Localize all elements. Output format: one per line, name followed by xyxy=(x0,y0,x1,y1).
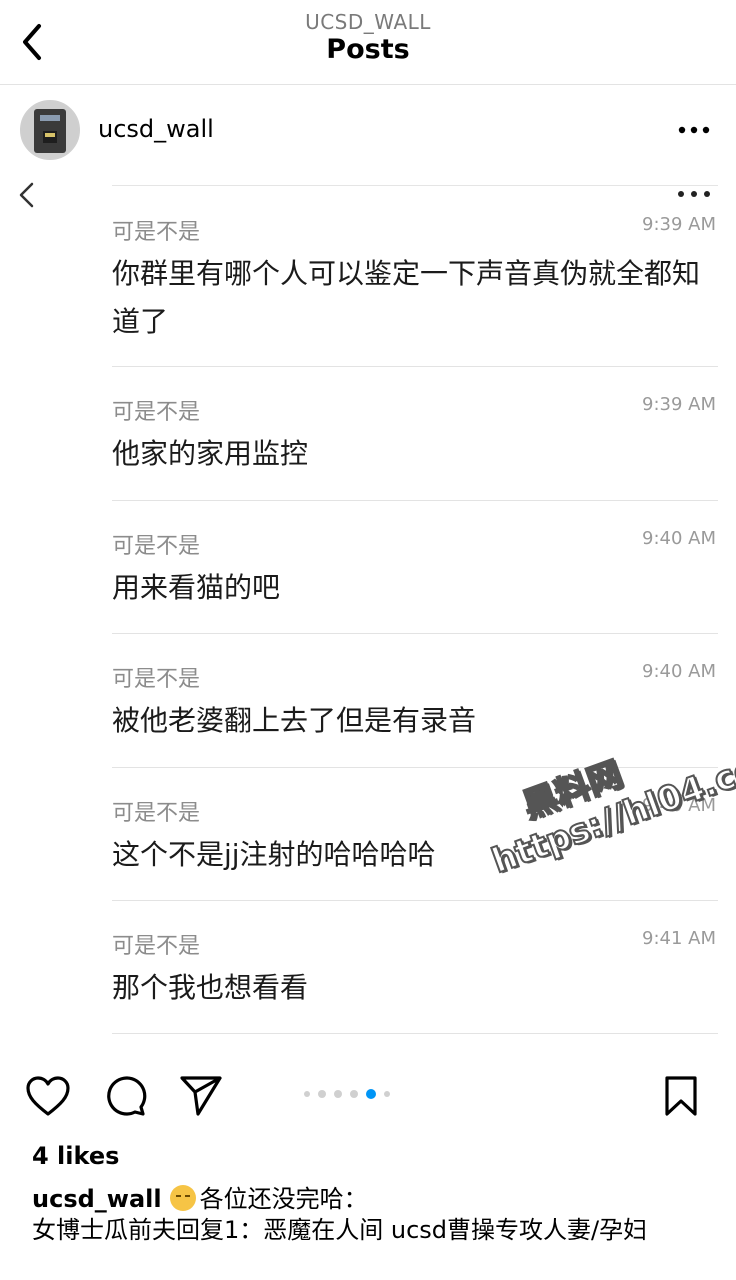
heart-icon xyxy=(26,1076,70,1116)
profile-username[interactable]: ucsd_wall xyxy=(98,115,214,143)
message-sender: 可是不是 xyxy=(112,400,201,425)
message-time: 9:41 AM xyxy=(642,928,716,949)
post-actions xyxy=(0,1060,736,1130)
comment-button[interactable] xyxy=(101,1072,149,1120)
chat-back-icon xyxy=(16,180,46,210)
message-time: 9:39 AM xyxy=(642,214,716,235)
post-caption: ucsd_wall 各位还没完哈： 女博士瓜前夫回复1：恶魔在人间 ucsd曹操专… xyxy=(32,1184,712,1246)
message-time: 9:40 AM xyxy=(642,661,716,682)
carousel-dot xyxy=(334,1090,342,1098)
more-options-button[interactable] xyxy=(672,115,716,145)
message-text: 那个我也想看看 xyxy=(112,971,309,1004)
likes-count[interactable]: 4 likes xyxy=(32,1142,119,1170)
message-sender: 可是不是 xyxy=(112,934,201,959)
share-button[interactable] xyxy=(177,1072,225,1120)
chat-message: 可是不是 9:40 AM 用来看猫的吧 xyxy=(112,528,718,634)
divider xyxy=(112,185,718,186)
message-sender: 可是不是 xyxy=(112,220,201,245)
emoji-icon xyxy=(169,1185,196,1211)
chat-message: 可是不是 9:41 AM 那个我也想看看 xyxy=(112,928,718,1034)
carousel-dot xyxy=(384,1091,390,1097)
carousel-dot-active xyxy=(366,1089,376,1099)
message-text: 被他老婆翻上去了但是有录音 xyxy=(112,704,477,737)
avatar-image xyxy=(21,101,79,159)
save-button[interactable] xyxy=(657,1072,705,1120)
bookmark-icon xyxy=(665,1076,697,1116)
chat-more-icon xyxy=(672,184,716,204)
chat-message: 可是不是 9:39 AM 你群里有哪个人可以鉴定一下声音真伪就全都知道了 xyxy=(112,214,718,367)
carousel-dot xyxy=(318,1090,326,1098)
message-time: 9:40 AM xyxy=(642,528,716,549)
message-sender: 可是不是 xyxy=(112,801,201,826)
message-text: 他家的家用监控 xyxy=(112,437,309,470)
post-image[interactable]: 可是不是 9:39 AM 你群里有哪个人可以鉴定一下声音真伪就全都知道了 可是不… xyxy=(0,178,736,1053)
share-icon xyxy=(180,1076,222,1116)
carousel-dot xyxy=(350,1090,358,1098)
account-caption: UCSD_WALL xyxy=(305,10,431,34)
chat-message: 可是不是 9:39 AM 他家的家用监控 xyxy=(112,394,718,501)
post-header: ucsd_wall xyxy=(0,85,736,177)
carousel-indicator xyxy=(304,1089,390,1099)
caption-username[interactable]: ucsd_wall xyxy=(32,1185,162,1213)
more-horizontal-icon xyxy=(678,126,710,134)
top-nav-bar: UCSD_WALL Posts xyxy=(0,0,736,85)
message-sender: 可是不是 xyxy=(112,534,201,559)
like-button[interactable] xyxy=(24,1072,72,1120)
message-time: 9:39 AM xyxy=(642,394,716,415)
message-sender: 可是不是 xyxy=(112,667,201,692)
message-text: 用来看猫的吧 xyxy=(112,571,281,604)
carousel-dot xyxy=(304,1091,310,1097)
message-text: 你群里有哪个人可以鉴定一下声音真伪就全都知道了 xyxy=(112,257,701,338)
page-title: Posts xyxy=(326,34,410,65)
comment-icon xyxy=(107,1076,147,1116)
avatar[interactable] xyxy=(20,100,80,160)
